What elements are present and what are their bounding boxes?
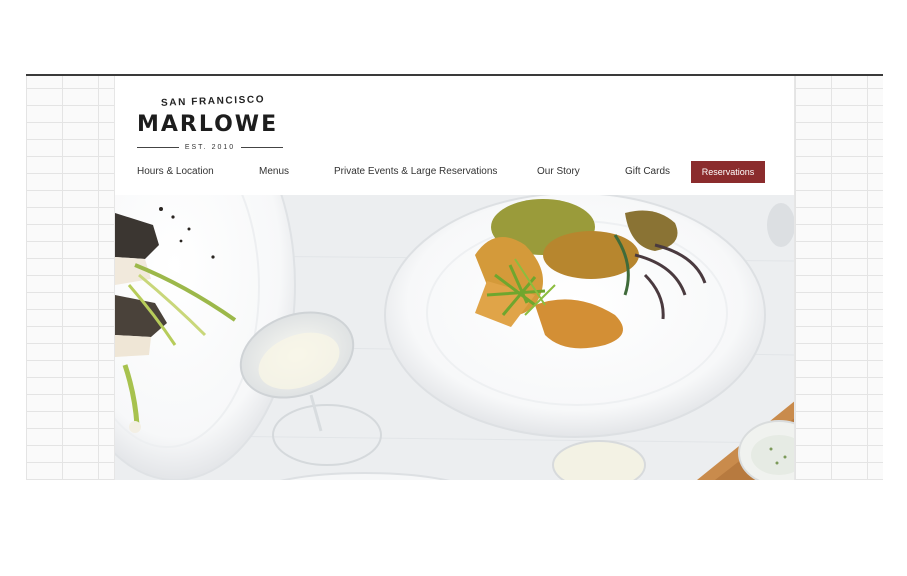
logo-established-text: EST. 2010 [184,144,236,151]
nav-gift-cards[interactable]: Gift Cards [625,166,670,177]
content-panel: SAN FRANCISCO MARLOWE EST. 2010 Hours & … [114,76,795,480]
nav-hours-location[interactable]: Hours & Location [137,166,214,177]
site-frame: SAN FRANCISCO MARLOWE EST. 2010 Hours & … [26,74,883,480]
logo-location: SAN FRANCISCO [160,94,266,109]
logo[interactable]: SAN FRANCISCO MARLOWE EST. 2010 [137,92,287,156]
hero-food-illustration [115,195,794,480]
logo-established: EST. 2010 [137,144,283,151]
nav-our-story[interactable]: Our Story [537,166,580,177]
hero-image [115,195,794,480]
reservations-button[interactable]: Reservations [691,161,765,183]
nav-menus[interactable]: Menus [259,166,289,177]
nav-private-events[interactable]: Private Events & Large Reservations [334,166,497,177]
brick-wall-left [26,76,114,480]
main-plate [384,195,766,438]
logo-wordmark: MARLOWE [137,112,279,137]
bottom-glass [552,440,646,480]
logo-rule-left [137,147,179,148]
logo-rule-right [241,147,283,148]
main-nav: Hours & Location Menus Private Events & … [115,161,794,185]
brick-wall-right [795,76,883,480]
